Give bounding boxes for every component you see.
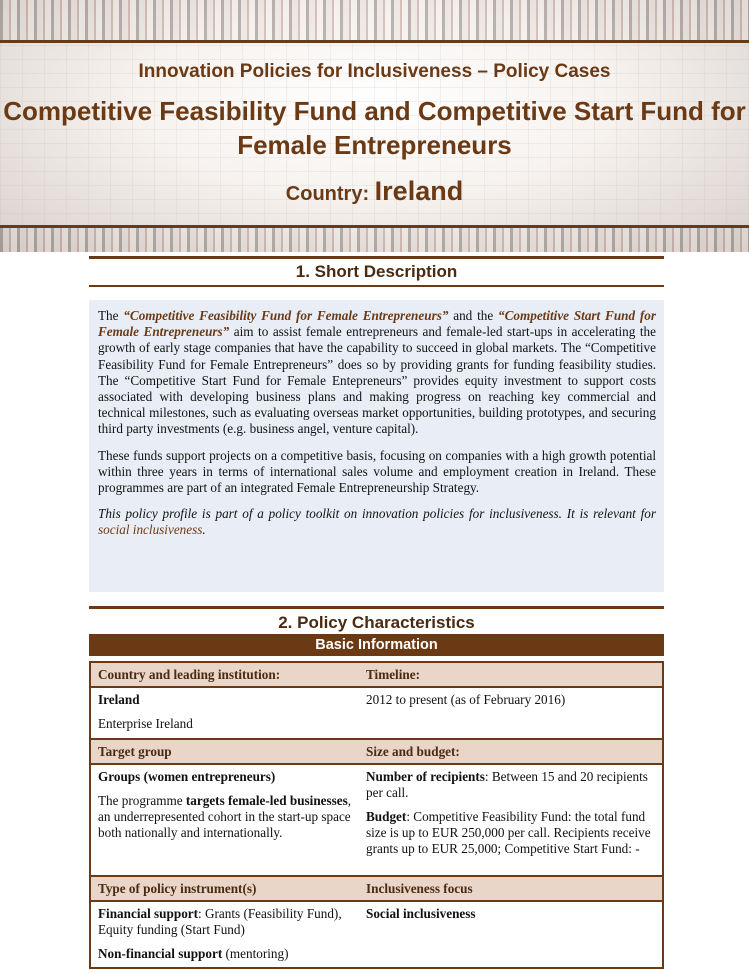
section-heading-policy-characteristics: 2. Policy Characteristics (89, 606, 664, 635)
text-run: . (202, 522, 206, 538)
basic-information-table: Country and leading institution: Timelin… (89, 661, 664, 969)
country-line: Country: Ireland (0, 176, 749, 207)
cell-timeline: 2012 to present (as of February 2016) (361, 688, 662, 738)
page-title: Competitive Feasibility Fund and Competi… (3, 96, 746, 160)
text-run: The (98, 308, 124, 323)
table-header-row: Target group Size and budget: (89, 738, 664, 765)
short-description-box: The “Competitive Feasibility Fund for Fe… (89, 300, 664, 592)
text-run: (mentoring) (222, 946, 289, 961)
text-run-bold: Number of recipients (366, 769, 485, 784)
fund-name-feasibility: “Competitive Feasibility Fund for Female… (123, 308, 449, 323)
cell-inclusiveness-focus: Social inclusiveness (361, 902, 662, 967)
table-header-row: Type of policy instrument(s) Inclusivene… (89, 875, 664, 902)
target-group-type: Groups (women entrepreneurs) (98, 769, 276, 784)
section-heading-short-description: 1. Short Description (89, 256, 664, 287)
cell-size-budget: Number of recipients: Between 15 and 20 … (361, 765, 662, 875)
country-label: Country: (285, 183, 370, 205)
banner-rule-top (0, 40, 749, 43)
text-run-bold: Financial support (98, 906, 199, 921)
description-paragraph-2: These funds support projects on a compet… (98, 447, 656, 496)
description-paragraph-1: The “Competitive Feasibility Fund for Fe… (98, 308, 656, 438)
budget-line: Budget: Competitive Feasibility Fund: th… (366, 809, 656, 857)
series-title: Innovation Policies for Inclusiveness – … (138, 61, 611, 82)
country-name: Ireland (98, 692, 140, 707)
header-size-budget: Size and budget: (366, 744, 460, 759)
basic-information-bar: Basic Information (89, 634, 664, 656)
text-run-bold: Budget (366, 809, 407, 824)
text-run-bold: targets female-led businesses (185, 793, 348, 808)
social-inclusiveness-link[interactable]: social inclusiveness (98, 522, 202, 537)
institution-name: Enterprise Ireland (98, 716, 193, 731)
toolkit-note: This policy profile is part of a policy … (98, 506, 656, 538)
text-run: The programme (98, 793, 186, 808)
crowd-photo-top (0, 0, 749, 42)
non-financial-support-line: Non-financial support (mentoring) (98, 946, 357, 962)
country-value: Ireland (374, 176, 464, 206)
banner-rule-bottom (0, 225, 749, 228)
text-run: This policy profile is part of a policy … (98, 506, 656, 522)
inclusiveness-focus-value: Social inclusiveness (366, 906, 476, 921)
crowd-photo-bottom (0, 228, 749, 252)
header-banner: Innovation Policies for Inclusiveness – … (0, 0, 749, 252)
header-country-institution: Country and leading institution: (98, 667, 281, 682)
header-timeline: Timeline: (366, 667, 420, 682)
table-row: Groups (women entrepreneurs) The program… (89, 765, 664, 875)
cell-country-institution: Ireland Enterprise Ireland (91, 688, 361, 738)
text-run: aim to assist female entrepreneurs and f… (98, 324, 656, 437)
header-target-group: Target group (98, 744, 172, 759)
cell-instrument-type: Financial support: Grants (Feasibility F… (91, 902, 361, 967)
recipients-line: Number of recipients: Between 15 and 20 … (366, 769, 656, 801)
text-run-bold: Non-financial support (98, 946, 223, 961)
table-header-row: Country and leading institution: Timelin… (89, 661, 664, 688)
table-row: Financial support: Grants (Feasibility F… (89, 902, 664, 969)
financial-support-line: Financial support: Grants (Feasibility F… (98, 906, 357, 938)
header-instrument-type: Type of policy instrument(s) (98, 881, 257, 896)
cell-target-group: Groups (women entrepreneurs) The program… (91, 765, 361, 875)
table-row: Ireland Enterprise Ireland 2012 to prese… (89, 688, 664, 738)
text-run: : Competitive Feasibility Fund: the tota… (366, 809, 651, 856)
text-run: and the (448, 308, 498, 323)
timeline-value: 2012 to present (as of February 2016) (366, 692, 566, 707)
header-inclusiveness-focus: Inclusiveness focus (366, 881, 473, 896)
target-group-description: The programme targets female-led busines… (98, 793, 357, 841)
